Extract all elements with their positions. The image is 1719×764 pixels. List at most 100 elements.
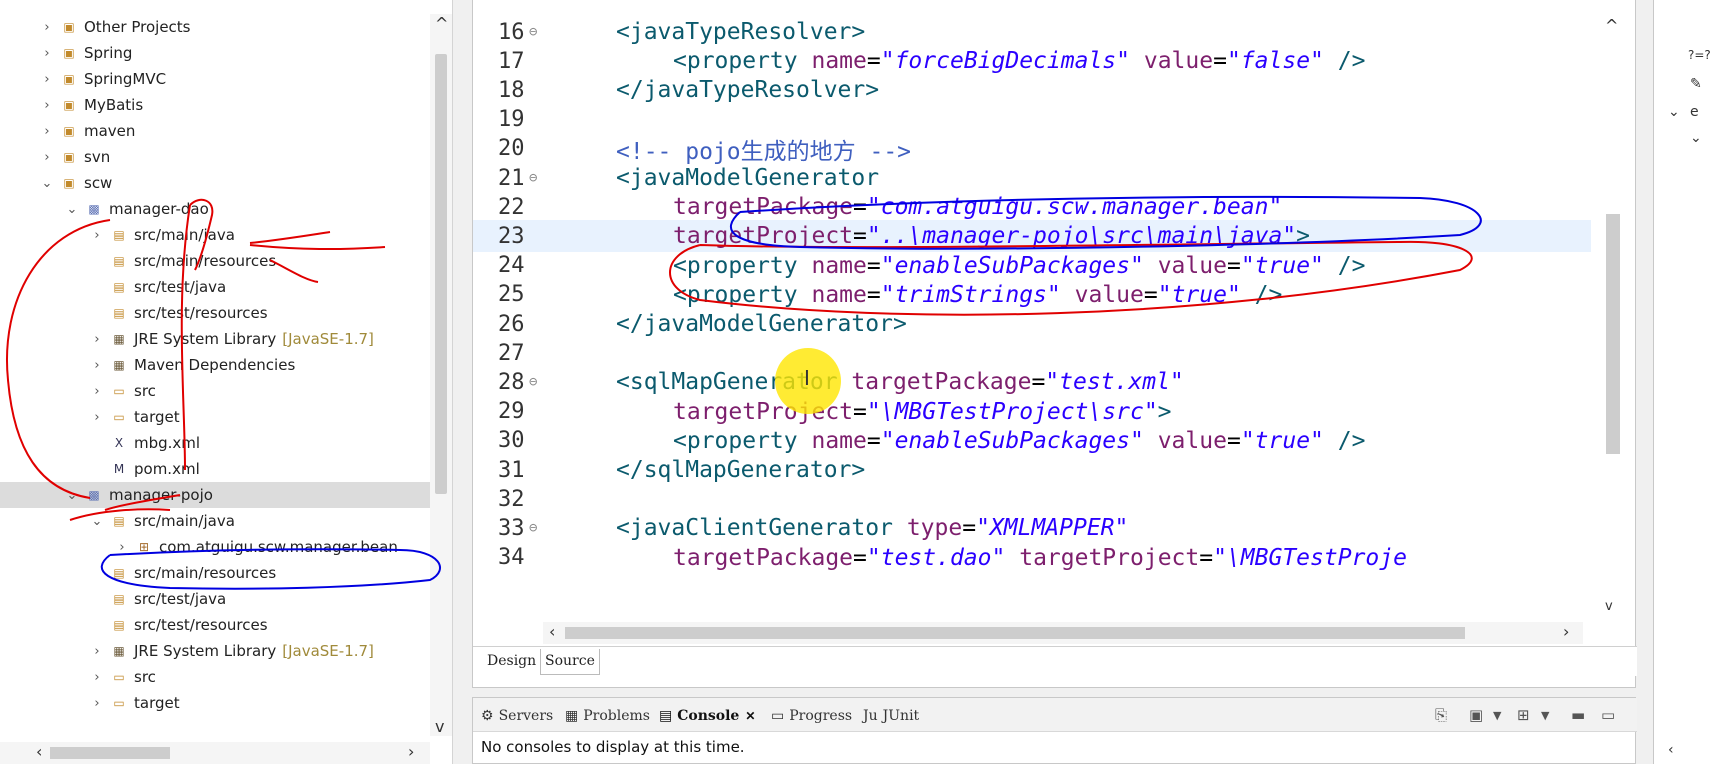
- minimize-icon[interactable]: ▬: [1571, 706, 1585, 724]
- editor-hscroll-thumb[interactable]: [565, 627, 1465, 639]
- tree-item[interactable]: › ▭ target: [0, 404, 430, 430]
- tree-item[interactable]: ▤ src/test/java: [0, 586, 430, 612]
- tree-item[interactable]: ⌄ ▩ manager-pojo: [0, 482, 430, 508]
- code-line[interactable]: 25 <property name="trimStrings" value="tr…: [473, 279, 1593, 311]
- scroll-left-arrow-icon[interactable]: ‹: [36, 742, 42, 761]
- code-line[interactable]: 19: [473, 104, 1593, 136]
- chevron-right-icon[interactable]: ›: [90, 410, 104, 425]
- code-line[interactable]: 28 ⊖ <sqlMapGenerator targetPackage="test.…: [473, 366, 1593, 398]
- tree-item[interactable]: › ▣ Other Projects: [0, 14, 430, 40]
- fold-icon[interactable]: ⊖: [529, 520, 537, 536]
- chevron-down-icon[interactable]: ⌄: [65, 202, 79, 217]
- chevron-right-icon[interactable]: ›: [40, 150, 54, 165]
- tree-item[interactable]: › ▣ Spring: [0, 40, 430, 66]
- tree-item[interactable]: › ▭ target: [0, 690, 430, 716]
- code-line[interactable]: 34 targetPackage="test.dao" targetProject…: [473, 542, 1593, 574]
- tab-console[interactable]: ▤ Console ✕: [659, 705, 755, 727]
- display-console-dropdown-icon[interactable]: ▼: [1493, 709, 1501, 722]
- editor-scroll-right-icon[interactable]: ›: [1563, 622, 1569, 641]
- scroll-down-arrow-icon[interactable]: v: [435, 717, 444, 736]
- code-line[interactable]: 24 <property name="enableSubPackages" val…: [473, 250, 1593, 282]
- code-line[interactable]: 30 <property name="enableSubPackages" val…: [473, 425, 1593, 457]
- code-line[interactable]: 17 <property name="forceBigDecimals" valu…: [473, 45, 1593, 77]
- code-line[interactable]: 16 ⊖ <javaTypeResolver>: [473, 16, 1593, 48]
- tab-junit[interactable]: Ju JUnit: [863, 705, 919, 727]
- tree-horizontal-scrollbar[interactable]: ‹ ›: [0, 742, 430, 764]
- tree-item[interactable]: ▤ src/test/resources: [0, 300, 430, 326]
- chevron-right-icon[interactable]: ›: [90, 696, 104, 711]
- pin-console-icon[interactable]: ⎘: [1435, 706, 1447, 724]
- close-icon[interactable]: ✕: [745, 709, 755, 723]
- tree-item[interactable]: › ▦ JRE System Library [JavaSE-1.7]: [0, 326, 430, 352]
- tab-design[interactable]: Design: [483, 649, 540, 675]
- code-line[interactable]: 23 targetProject="..\manager-pojo\src\mai…: [473, 220, 1593, 253]
- fold-icon[interactable]: ⊖: [529, 170, 537, 186]
- code-line[interactable]: 26 </javaModelGenerator>: [473, 308, 1593, 340]
- chevron-down-icon[interactable]: ⌄: [90, 514, 104, 529]
- tree-item[interactable]: › ▣ MyBatis: [0, 92, 430, 118]
- chevron-right-icon[interactable]: ›: [90, 644, 104, 659]
- open-console-icon[interactable]: ⊞: [1517, 706, 1530, 724]
- editor-scroll-down-icon[interactable]: v: [1605, 599, 1613, 614]
- chevron-down-icon[interactable]: ⌄: [65, 488, 79, 503]
- scroll-left-arrow-icon[interactable]: ‹: [1668, 742, 1674, 758]
- maximize-icon[interactable]: ▭: [1601, 706, 1615, 724]
- code-line[interactable]: 18 </javaTypeResolver>: [473, 74, 1593, 106]
- tree-item[interactable]: › ▤ src/main/java: [0, 222, 430, 248]
- open-console-dropdown-icon[interactable]: ▼: [1541, 709, 1549, 722]
- code-line[interactable]: 33 ⊖ <javaClientGenerator type="XMLMAPPER": [473, 512, 1593, 544]
- tree-item[interactable]: › ▦ Maven Dependencies: [0, 352, 430, 378]
- tree-item[interactable]: › ▣ SpringMVC: [0, 66, 430, 92]
- tree-item[interactable]: Mpom.xml: [0, 456, 430, 482]
- display-console-icon[interactable]: ▣: [1469, 706, 1483, 724]
- tree-vertical-scrollbar[interactable]: ^ v: [430, 14, 452, 736]
- tab-progress[interactable]: ▭ Progress: [771, 705, 852, 727]
- chevron-right-icon[interactable]: ›: [90, 228, 104, 243]
- code-line[interactable]: 20 <!-- pojo生成的地方 -->: [473, 133, 1593, 165]
- chevron-right-icon[interactable]: ›: [90, 384, 104, 399]
- tree-item[interactable]: ⌄ ▤ src/main/java: [0, 508, 430, 534]
- editor-scroll-left-icon[interactable]: ‹: [549, 622, 555, 641]
- tree-item[interactable]: › ▣ svn: [0, 144, 430, 170]
- code-line[interactable]: 31 </sqlMapGenerator>: [473, 454, 1593, 486]
- tab-servers[interactable]: ⚙ Servers: [481, 705, 553, 727]
- tab-source[interactable]: Source: [540, 649, 600, 675]
- chevron-right-icon[interactable]: ›: [90, 358, 104, 373]
- tree-scroll-thumb[interactable]: [435, 54, 447, 494]
- code-line[interactable]: 27: [473, 337, 1593, 369]
- code-line[interactable]: 32: [473, 483, 1593, 515]
- tree-item[interactable]: ▤ src/test/java: [0, 274, 430, 300]
- tree-item[interactable]: ▤ src/main/resources: [0, 560, 430, 586]
- chevron-down-icon[interactable]: ⌄: [1690, 130, 1702, 146]
- tree-item[interactable]: › ▭ src: [0, 378, 430, 404]
- tree-item[interactable]: Xmbg.xml: [0, 430, 430, 456]
- chevron-right-icon[interactable]: ›: [115, 540, 129, 555]
- tree-item[interactable]: › ▣ maven: [0, 118, 430, 144]
- code-line[interactable]: 22 targetPackage="com.atguigu.scw.manager…: [473, 191, 1593, 223]
- chevron-right-icon[interactable]: ›: [90, 332, 104, 347]
- editor-horizontal-scrollbar[interactable]: ‹ ›: [543, 622, 1583, 644]
- code-line[interactable]: 21 ⊖ <javaModelGenerator: [473, 162, 1593, 194]
- scroll-up-arrow-icon[interactable]: ^: [435, 14, 448, 33]
- editor-scroll-thumb[interactable]: [1606, 214, 1620, 454]
- chevron-right-icon[interactable]: ›: [40, 124, 54, 139]
- chevron-down-icon[interactable]: ⌄: [40, 176, 54, 191]
- tab-problems[interactable]: ▦ Problems: [565, 705, 650, 727]
- tree-item[interactable]: ▤ src/test/resources: [0, 612, 430, 638]
- chevron-right-icon[interactable]: ›: [40, 46, 54, 61]
- tree-item[interactable]: › ▭ src: [0, 664, 430, 690]
- editor-scroll-up-icon[interactable]: ^: [1605, 16, 1618, 35]
- chevron-right-icon[interactable]: ›: [40, 72, 54, 87]
- tree-item[interactable]: ⌄ ▩ manager-dao: [0, 196, 430, 222]
- tree-item[interactable]: › ▦ JRE System Library [JavaSE-1.7]: [0, 638, 430, 664]
- chevron-right-icon[interactable]: ›: [40, 20, 54, 35]
- tree-hscroll-thumb[interactable]: [50, 747, 170, 759]
- scroll-right-arrow-icon[interactable]: ›: [408, 742, 414, 761]
- editor-vertical-scrollbar[interactable]: ^ v: [1591, 14, 1635, 624]
- chevron-right-icon[interactable]: ›: [90, 670, 104, 685]
- code-area[interactable]: 16 ⊖ <javaTypeResolver> 17 <property name="f…: [473, 14, 1593, 624]
- tree-item[interactable]: ⌄ ▣ scw: [0, 170, 430, 196]
- fold-icon[interactable]: ⊖: [529, 374, 537, 390]
- tree-item[interactable]: ▤ src/main/resources: [0, 248, 430, 274]
- edit-icon[interactable]: ✎: [1690, 76, 1702, 92]
